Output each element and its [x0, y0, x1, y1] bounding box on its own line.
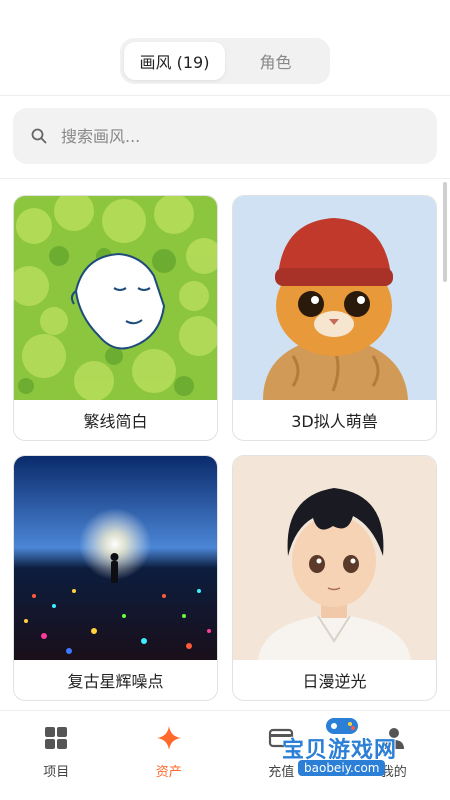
person-icon: [383, 728, 404, 749]
nav-label: 我的: [380, 765, 407, 780]
style-card[interactable]: 日漫逆光: [232, 455, 437, 701]
nav-label: 充值: [268, 765, 295, 780]
nav-label: 资产: [155, 765, 182, 780]
nav-item-projects[interactable]: 项目: [0, 711, 113, 800]
search-input[interactable]: [61, 126, 381, 146]
style-card-label: 日漫逆光: [302, 672, 367, 691]
style-card-label: 复古星辉噪点: [67, 672, 164, 691]
style-card[interactable]: 繁线简白: [13, 195, 218, 441]
card-icon: [269, 728, 294, 748]
grid-icon: [45, 727, 68, 749]
style-card[interactable]: 复古星辉噪点: [13, 455, 218, 701]
search-icon: [31, 128, 47, 144]
nav-item-profile[interactable]: 我的: [338, 711, 450, 800]
bottom-nav: 项目 资产 充值 我的: [0, 710, 450, 800]
nav-item-assets[interactable]: 资产: [113, 711, 226, 800]
divider: [0, 178, 450, 179]
style-card-label: 繁线简白: [83, 412, 148, 431]
divider: [0, 95, 450, 96]
style-thumbnail: [233, 196, 436, 400]
style-role-switch: 画风 (19) 角色: [120, 38, 330, 84]
tab-roles[interactable]: 角色: [225, 42, 326, 80]
style-card-label: 3D拟人萌兽: [291, 412, 378, 431]
style-thumbnail: [14, 456, 217, 660]
nav-label: 项目: [43, 765, 70, 780]
nav-item-recharge[interactable]: 充值: [225, 711, 338, 800]
style-card[interactable]: 3D拟人萌兽: [232, 195, 437, 441]
sparkle-icon: [156, 726, 181, 750]
scrollbar[interactable]: [443, 182, 447, 282]
search-bar[interactable]: [13, 108, 437, 164]
tab-styles[interactable]: 画风 (19): [124, 42, 225, 80]
style-thumbnail: [233, 456, 436, 660]
style-thumbnail: [14, 196, 217, 400]
